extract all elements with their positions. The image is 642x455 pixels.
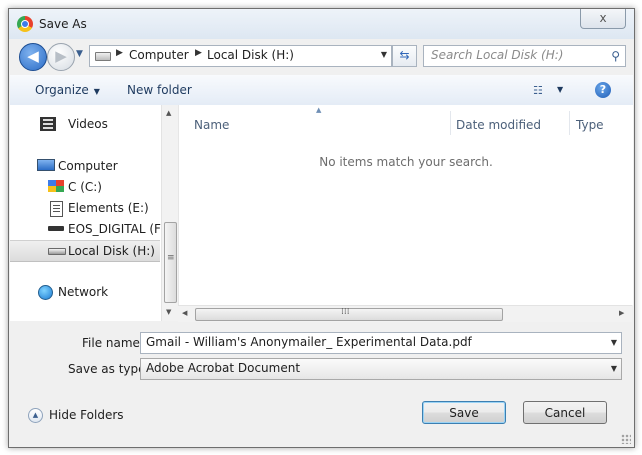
hide-folders-button[interactable]: ▲ Hide Folders: [27, 407, 147, 427]
hide-folders-label: Hide Folders: [49, 408, 124, 422]
breadcrumb-separator[interactable]: ▶: [116, 48, 123, 58]
view-options-icon[interactable]: ☷: [533, 84, 543, 97]
address-bar[interactable]: ▶ Computer ▶ Local Disk (H:) ▼: [89, 45, 392, 67]
back-button[interactable]: ◀: [19, 43, 47, 71]
grip-icon: ⁞⁞⁞: [341, 307, 350, 317]
scroll-up-arrow-icon[interactable]: ▲: [166, 109, 171, 117]
hard-drive-icon: [48, 248, 66, 255]
title-bar[interactable]: Save As x: [9, 9, 634, 39]
column-header-type[interactable]: Type: [576, 118, 604, 132]
navigation-bar: ◀ ▶ ▼ ▶ Computer ▶ Local Disk (H:) ▼ ⇆ ⚲: [9, 39, 634, 75]
organize-label: Organize: [35, 83, 89, 97]
save-button[interactable]: Save: [422, 401, 506, 424]
resize-grip-icon[interactable]: [621, 434, 631, 444]
column-header-name[interactable]: Name: [194, 118, 229, 132]
address-history-dropdown[interactable]: ▼: [381, 50, 387, 59]
breadcrumb-separator[interactable]: ▶: [195, 48, 202, 58]
save-as-type-select[interactable]: Adobe Acrobat Document ▼: [140, 358, 622, 380]
help-icon[interactable]: ?: [595, 82, 611, 98]
sidebar-item-label: Videos: [68, 117, 108, 131]
recent-pages-dropdown[interactable]: ▼: [76, 49, 83, 59]
sidebar-item-label: Computer: [58, 159, 118, 173]
save-as-dialog: Save As x ◀ ▶ ▼ ▶ Computer ▶ Local Disk …: [8, 8, 635, 448]
column-header-date-modified[interactable]: Date modified: [456, 118, 541, 132]
refresh-icon: ⇆: [399, 48, 410, 62]
video-library-icon: [40, 117, 56, 131]
refresh-button[interactable]: ⇆: [392, 45, 417, 67]
chevron-up-icon: ▲: [28, 408, 43, 423]
sidebar-item-label: Local Disk (H:): [68, 244, 155, 258]
empty-results-message: No items match your search.: [319, 155, 493, 169]
removable-drive-icon: [48, 226, 64, 231]
network-icon: [38, 285, 53, 300]
chevron-down-icon[interactable]: ▼: [611, 338, 617, 347]
window-title: Save As: [39, 17, 87, 31]
file-name-label: File name:: [82, 336, 144, 350]
scrollbar-thumb[interactable]: ⁞⁞⁞: [195, 307, 503, 321]
sidebar-item-videos[interactable]: Videos: [10, 114, 160, 134]
search-input[interactable]: [424, 46, 601, 64]
breadcrumb-computer[interactable]: Computer: [129, 48, 189, 62]
file-list-scrollbar[interactable]: ◀ ⁞⁞⁞ ▶: [178, 305, 632, 322]
chevron-down-icon[interactable]: ▼: [611, 364, 617, 373]
document-drive-icon: [50, 201, 63, 217]
sidebar-item-c-drive[interactable]: C (C:): [10, 177, 160, 197]
file-list[interactable]: ▲ Name Date modified Type No items match…: [178, 105, 633, 305]
sidebar-item-computer[interactable]: Computer: [10, 156, 160, 176]
search-box[interactable]: ⚲: [423, 45, 626, 67]
scroll-down-arrow-icon[interactable]: ▼: [166, 308, 171, 316]
drive-c-icon: [48, 180, 64, 192]
file-name-combobox[interactable]: ▼: [140, 332, 622, 354]
computer-icon: [37, 159, 55, 171]
navigation-pane-scrollbar[interactable]: ▲ ≡ ▼: [161, 105, 178, 321]
column-divider[interactable]: [450, 111, 451, 135]
save-as-type-value: Adobe Acrobat Document: [146, 361, 301, 375]
new-folder-button[interactable]: New folder: [127, 83, 192, 97]
save-as-type-label: Save as type:: [68, 362, 150, 376]
sidebar-item-label: C (C:): [68, 180, 102, 194]
sidebar-item-elements[interactable]: Elements (E:): [10, 198, 160, 218]
file-name-input[interactable]: [141, 333, 596, 351]
organize-menu-button[interactable]: Organize ▼: [35, 83, 100, 97]
chrome-app-icon: [17, 16, 33, 32]
close-button[interactable]: x: [580, 9, 626, 29]
sidebar-item-label: EOS_DIGITAL (F:): [68, 222, 161, 236]
breadcrumb-local-disk[interactable]: Local Disk (H:): [207, 48, 294, 62]
search-icon[interactable]: ⚲: [611, 49, 620, 63]
scroll-right-arrow-icon[interactable]: ▶: [619, 309, 624, 317]
drive-icon: [95, 52, 111, 61]
sidebar-item-label: Elements (E:): [68, 201, 149, 215]
scroll-left-arrow-icon[interactable]: ◀: [182, 309, 187, 317]
sidebar-item-local-disk-h[interactable]: Local Disk (H:): [10, 240, 160, 262]
forward-button[interactable]: ▶: [47, 43, 75, 71]
back-arrow-icon: ◀: [27, 47, 39, 65]
view-options-dropdown[interactable]: ▼: [557, 85, 563, 94]
scrollbar-thumb[interactable]: ≡: [164, 222, 177, 303]
cancel-button[interactable]: Cancel: [523, 401, 607, 424]
grip-icon: ≡: [167, 253, 175, 263]
navigation-pane: Videos Computer C (C:) Elements (E:) EOS…: [10, 105, 161, 321]
forward-arrow-icon: ▶: [55, 47, 67, 65]
column-divider[interactable]: [569, 111, 570, 135]
sort-ascending-icon: ▲: [316, 106, 322, 114]
sidebar-item-network[interactable]: Network: [10, 282, 160, 302]
sidebar-item-eos-digital[interactable]: EOS_DIGITAL (F:): [10, 219, 161, 239]
chevron-down-icon: ▼: [93, 87, 100, 96]
sidebar-item-label: Network: [58, 285, 109, 299]
command-bar: Organize ▼ New folder ☷ ▼ ?: [10, 75, 633, 106]
